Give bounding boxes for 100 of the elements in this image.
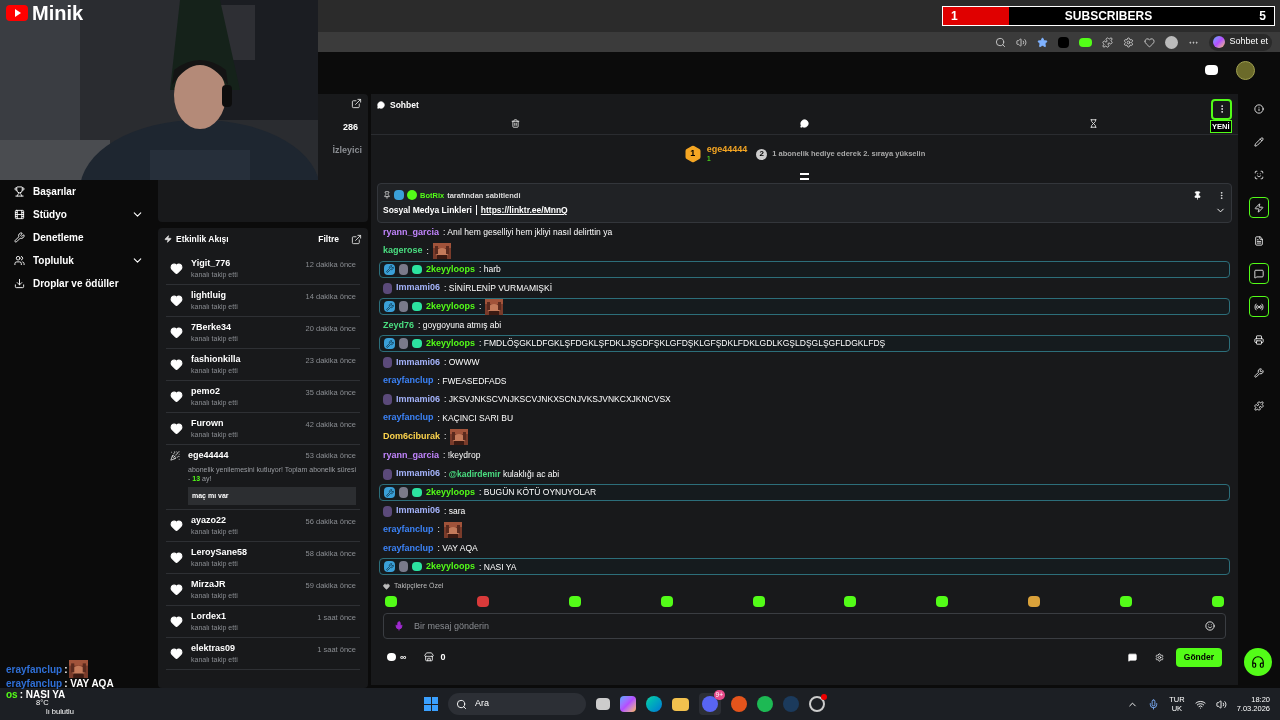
settings-icon[interactable] bbox=[1123, 36, 1135, 48]
chat-username[interactable]: 2keyyloops bbox=[426, 560, 476, 574]
chat-username[interactable]: erayfanclup bbox=[383, 523, 434, 537]
streaming-icon[interactable] bbox=[1205, 65, 1218, 75]
bolt-icon bbox=[164, 235, 172, 243]
popout-icon[interactable] bbox=[351, 98, 362, 109]
overlay-message: : VAY AQA bbox=[64, 678, 114, 689]
message-field[interactable]: Bir mesaj gönderin bbox=[383, 613, 1226, 640]
user-avatar[interactable] bbox=[1236, 60, 1255, 80]
emote-icon[interactable] bbox=[936, 595, 949, 607]
chat-username[interactable]: Immami06 bbox=[396, 504, 441, 518]
moderator-badge bbox=[384, 264, 395, 275]
popout-icon[interactable] bbox=[351, 233, 362, 245]
pinned-link[interactable]: https://linktr.ee/MnnQ bbox=[480, 203, 568, 217]
edge-icon[interactable] bbox=[646, 696, 662, 712]
send-button[interactable]: Gönder bbox=[1175, 647, 1222, 667]
emote-icon[interactable] bbox=[385, 595, 397, 607]
favorite-star-icon[interactable] bbox=[1037, 36, 1049, 48]
zoom-icon[interactable] bbox=[995, 36, 1007, 48]
bolt-icon[interactable] bbox=[1249, 197, 1269, 218]
collapse-handle[interactable] bbox=[800, 173, 809, 180]
event-username[interactable]: ayazo22 bbox=[191, 514, 238, 526]
heart-icon bbox=[170, 551, 183, 564]
chat-icon[interactable] bbox=[1249, 263, 1269, 284]
event-username[interactable]: ege44444 bbox=[188, 449, 229, 463]
emote-icon[interactable] bbox=[1028, 595, 1041, 607]
emote-icon[interactable] bbox=[568, 595, 581, 607]
event-username[interactable]: fashionkilla bbox=[191, 353, 241, 365]
nav-item[interactable]: Denetleme bbox=[14, 229, 144, 246]
chat-username[interactable]: 2keyyloops bbox=[426, 299, 476, 314]
read-aloud-icon[interactable] bbox=[1016, 36, 1028, 48]
favorites-icon[interactable] bbox=[1144, 36, 1156, 48]
message-input[interactable]: Bir mesaj gönderin bbox=[414, 619, 1195, 634]
points-value[interactable]: ∞ bbox=[400, 650, 407, 665]
chat-settings-icon[interactable] bbox=[1127, 652, 1137, 662]
chat-username[interactable]: Dom6ciburak bbox=[383, 430, 441, 444]
chat-username[interactable]: ryann_garcia bbox=[383, 448, 440, 463]
network-icon[interactable] bbox=[1194, 698, 1206, 710]
filter-button[interactable]: Filtre bbox=[318, 232, 339, 246]
profile-avatar[interactable] bbox=[1165, 35, 1179, 49]
microphone-icon[interactable] bbox=[1148, 698, 1160, 710]
chat-username[interactable]: erayfanclup bbox=[383, 411, 434, 425]
volume-icon[interactable] bbox=[1215, 698, 1227, 710]
copilot-icon[interactable] bbox=[620, 696, 636, 712]
chat-username[interactable]: Immami06 bbox=[396, 281, 441, 295]
chat-username[interactable]: kagerose bbox=[383, 244, 423, 258]
event-username[interactable]: lightluig bbox=[191, 289, 238, 301]
chat-username[interactable]: 2keyyloops bbox=[426, 262, 476, 277]
chat-username[interactable]: 2keyyloops bbox=[426, 485, 476, 500]
emote-icon[interactable] bbox=[660, 595, 673, 607]
emote-icon[interactable] bbox=[1211, 595, 1224, 607]
event-username[interactable]: 7Berke34 bbox=[191, 321, 238, 333]
discord-icon[interactable] bbox=[702, 696, 718, 712]
chat-username[interactable]: Zeyd76 bbox=[383, 318, 415, 332]
event-username[interactable]: pemo2 bbox=[191, 385, 238, 397]
start-icon[interactable] bbox=[424, 697, 438, 711]
chat-username[interactable]: Immami06 bbox=[396, 392, 441, 407]
message-text: : KAÇINCI SARI BU bbox=[437, 411, 514, 425]
taskbar-search[interactable]: Ara bbox=[448, 693, 586, 715]
chat-username[interactable]: ryann_garcia bbox=[383, 225, 440, 240]
chat-bubble-icon[interactable] bbox=[800, 119, 809, 128]
unpin-icon[interactable] bbox=[1193, 190, 1202, 200]
hourglass-icon[interactable] bbox=[1089, 119, 1098, 128]
emoji-icon[interactable] bbox=[1205, 621, 1215, 632]
nav-item[interactable]: Başarılar bbox=[14, 183, 144, 200]
event-username[interactable]: Lordex1 bbox=[191, 610, 238, 622]
folder-icon[interactable] bbox=[672, 697, 689, 711]
chat-username[interactable]: Immami06 bbox=[396, 467, 441, 481]
nav-item[interactable]: Topluluk bbox=[14, 252, 144, 269]
event-username[interactable]: Yigit_776 bbox=[191, 257, 238, 269]
emote-icon[interactable] bbox=[1120, 595, 1132, 607]
microphone-icon[interactable] bbox=[394, 621, 404, 632]
spotify-icon[interactable] bbox=[757, 696, 773, 712]
chat-username[interactable]: erayfanclup bbox=[383, 374, 434, 388]
nav-item[interactable]: Droplar ve ödüller bbox=[14, 275, 144, 292]
more-icon[interactable] bbox=[1217, 190, 1226, 200]
ea-icon[interactable] bbox=[731, 696, 747, 712]
trash-icon[interactable] bbox=[511, 119, 520, 128]
support-button[interactable] bbox=[1244, 648, 1272, 676]
overlay-username: erayfanclup bbox=[6, 678, 63, 689]
store-icon[interactable] bbox=[424, 652, 435, 663]
broadcast-icon[interactable] bbox=[1249, 296, 1269, 317]
emote-icon[interactable] bbox=[844, 595, 857, 607]
heart-icon bbox=[170, 647, 183, 660]
chat-username[interactable]: 2keyyloops bbox=[426, 337, 476, 351]
leader-username[interactable]: ege44444 bbox=[706, 144, 748, 154]
chat-username[interactable]: Immami06 bbox=[396, 355, 441, 370]
message-text: : SİNİRLENİP VURMAMIŞKİ bbox=[444, 281, 553, 295]
event-username[interactable]: MirzaJR bbox=[191, 578, 238, 590]
extension-icon[interactable] bbox=[1079, 37, 1093, 47]
event-username[interactable]: elektras09 bbox=[191, 642, 238, 654]
heart-icon bbox=[170, 519, 183, 532]
extensions-icon[interactable] bbox=[1102, 36, 1114, 48]
nav-item[interactable]: Stüdyo bbox=[14, 206, 144, 223]
emote-icon[interactable] bbox=[752, 595, 765, 607]
task-view-icon[interactable] bbox=[596, 698, 610, 710]
event-username[interactable]: Furown bbox=[191, 417, 238, 429]
event-username[interactable]: LeroySane58 bbox=[191, 546, 248, 558]
chat-username[interactable]: erayfanclup bbox=[383, 541, 434, 556]
copilot-button[interactable]: Sohbet et bbox=[1209, 33, 1272, 51]
